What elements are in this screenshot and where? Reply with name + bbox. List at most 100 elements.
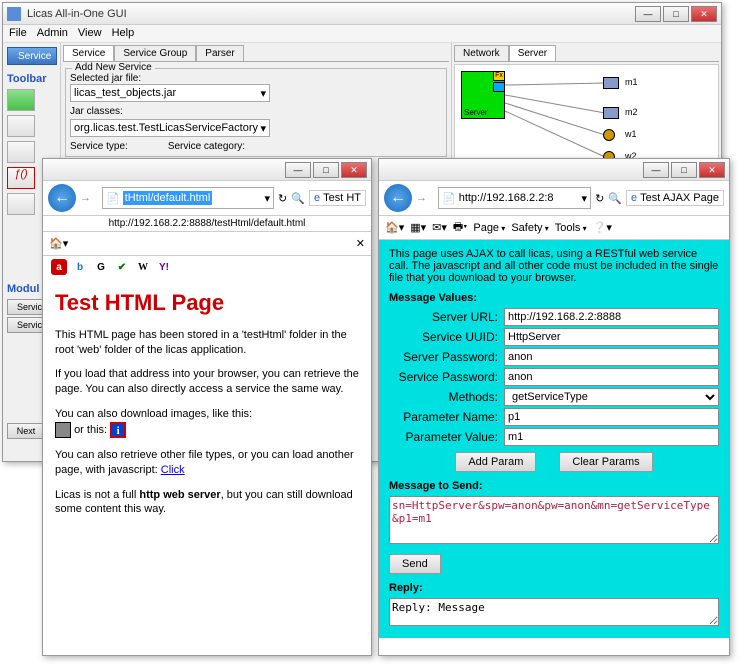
ie1-address-bar[interactable]: 📄 tHtml/default.html ▾	[102, 187, 274, 209]
ie-logo-icon: e	[314, 192, 320, 204]
ie2-search-icon[interactable]: 🔍	[608, 192, 622, 205]
ie2-refresh-icon[interactable]: ↻	[595, 192, 604, 205]
page-icon: 📄	[442, 192, 456, 205]
app-icon	[7, 7, 21, 21]
ie2-address-bar[interactable]: 📄 http://192.168.2.2:8 ▾	[438, 187, 591, 209]
node-m2[interactable]	[603, 107, 619, 119]
ie2-back-button[interactable]: ←	[384, 184, 412, 212]
ask-icon[interactable]: a	[51, 259, 67, 275]
ie2-document: This page uses AJAX to call licas, using…	[379, 240, 729, 638]
forward-button[interactable]: →	[80, 192, 98, 204]
home-icon[interactable]: 🏠▾	[49, 237, 68, 250]
toolbar-tool2-icon[interactable]	[7, 115, 35, 137]
click-link[interactable]: Click	[161, 464, 185, 476]
tab-parser[interactable]: Parser	[196, 45, 243, 61]
reply-textarea[interactable]	[389, 598, 719, 626]
menu-help[interactable]: Help	[112, 27, 135, 40]
main-menubar: File Admin View Help	[3, 25, 721, 43]
tools-menu[interactable]: Tools	[555, 222, 587, 234]
menu-view[interactable]: View	[78, 27, 102, 40]
refresh-icon[interactable]: ↻	[278, 192, 287, 205]
add-param-button[interactable]: Add Param	[455, 452, 536, 472]
jar-class-combo[interactable]: org.licas.test.TestLicasServiceFactory▾	[70, 119, 270, 137]
mail-icon[interactable]: ✉▾	[432, 221, 447, 234]
service-uuid-input[interactable]	[504, 328, 719, 346]
send-button[interactable]: Send	[389, 554, 441, 574]
ajax-intro: This page uses AJAX to call licas, using…	[389, 248, 719, 284]
param-value-input[interactable]	[504, 428, 719, 446]
clear-params-button[interactable]: Clear Params	[559, 452, 652, 472]
param-name-input[interactable]	[504, 408, 719, 426]
ie2-close-button[interactable]: ✕	[699, 162, 725, 178]
para-2: If you load that address into your brows…	[55, 367, 359, 397]
ie-logo-icon: e	[631, 192, 637, 204]
page-heading: Test HTML Page	[55, 288, 359, 318]
help-icon[interactable]: ❔▾	[593, 221, 612, 234]
wikipedia-icon[interactable]: W	[135, 259, 151, 275]
ie1-maximize-button[interactable]: □	[313, 162, 339, 178]
server-url-input[interactable]	[504, 308, 719, 326]
toolbar-tool5-icon[interactable]	[7, 193, 35, 215]
ie1-close-button[interactable]: ✕	[341, 162, 367, 178]
image-placeholder-1	[55, 422, 71, 438]
node-m1[interactable]	[603, 77, 619, 89]
toolbar-fx-icon[interactable]: ƒ()	[7, 167, 35, 189]
print-icon[interactable]: 🖶▾	[453, 218, 467, 237]
reply-heading: Reply:	[389, 582, 719, 594]
page-menu[interactable]: Page	[473, 222, 505, 234]
jar-classes-label: Jar classes:	[70, 106, 442, 117]
para-5: Licas is not a full http web server, but…	[55, 488, 359, 518]
message-body-textarea[interactable]	[389, 496, 719, 544]
page-icon: 📄	[106, 192, 120, 205]
ie2-tab[interactable]: e Test AJAX Page	[626, 190, 724, 206]
back-button[interactable]: ←	[48, 184, 76, 212]
message-to-send-heading: Message to Send:	[389, 480, 719, 492]
add-service-legend: Add New Service	[72, 62, 155, 73]
server-node[interactable]: Fx Server	[461, 71, 505, 119]
ie2-minimize-button[interactable]: —	[643, 162, 669, 178]
service-button[interactable]: Service	[7, 47, 57, 65]
close-button[interactable]: ✕	[691, 6, 717, 22]
menu-file[interactable]: File	[9, 27, 27, 40]
service-pw-label: Service Password:	[389, 370, 504, 384]
param-value-label: Parameter Value:	[389, 430, 504, 444]
tab-service[interactable]: Service	[63, 45, 114, 61]
ie2-titlebar: — □ ✕	[379, 159, 729, 181]
menu-admin[interactable]: Admin	[37, 27, 68, 40]
jar-file-combo[interactable]: licas_test_objects.jar▾	[70, 84, 270, 102]
ie2-forward-button[interactable]: →	[416, 192, 434, 204]
methods-label: Methods:	[389, 390, 504, 404]
tab-server[interactable]: Server	[509, 45, 556, 61]
maximize-button[interactable]: □	[663, 6, 689, 22]
ie1-titlebar: — □ ✕	[43, 159, 371, 181]
methods-select[interactable]: getServiceType	[504, 388, 719, 406]
ie1-minimize-button[interactable]: —	[285, 162, 311, 178]
ie2-maximize-button[interactable]: □	[671, 162, 697, 178]
search-icon[interactable]: 🔍	[291, 192, 305, 205]
google-icon[interactable]: G	[93, 259, 109, 275]
feed-icon[interactable]: ▦▾	[410, 221, 426, 234]
tab-network[interactable]: Network	[454, 45, 509, 61]
yahoo-icon[interactable]: Y!	[156, 259, 172, 275]
check-icon[interactable]: ✔	[114, 259, 130, 275]
para-4: You can also retrieve other file types, …	[55, 448, 359, 478]
ie2-home-icon[interactable]: 🏠▾	[385, 221, 404, 234]
toolbar-grid-icon[interactable]	[7, 89, 35, 111]
service-type-label: Service type:	[70, 141, 128, 152]
center-tabs: Service Service Group Parser	[63, 45, 449, 62]
minimize-button[interactable]: —	[635, 6, 661, 22]
para-1: This HTML page has been stored in a 'tes…	[55, 328, 359, 358]
ie-window-1: — □ ✕ ← → 📄 tHtml/default.html ▾ ↻ 🔍 e T…	[42, 158, 372, 656]
next-button[interactable]: Next	[7, 423, 45, 439]
message-values-heading: Message Values:	[389, 292, 719, 304]
image-placeholder-2: i	[110, 422, 126, 438]
server-pw-input[interactable]	[504, 348, 719, 366]
service-pw-input[interactable]	[504, 368, 719, 386]
bing-icon[interactable]: b	[72, 259, 88, 275]
tab-service-group[interactable]: Service Group	[114, 45, 196, 61]
ie1-tab[interactable]: e Test HT	[309, 190, 366, 206]
node-w1[interactable]	[603, 129, 615, 141]
toolbar-label: Toolbar	[7, 73, 56, 85]
toolbar-tool3-icon[interactable]	[7, 141, 35, 163]
safety-menu[interactable]: Safety	[511, 222, 548, 234]
